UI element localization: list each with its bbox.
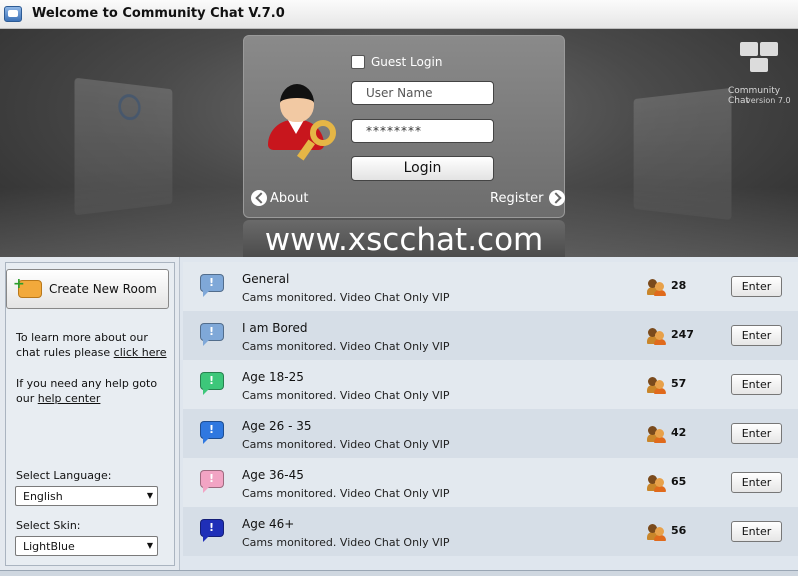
room-description: Cams monitored. Video Chat Only VIP bbox=[242, 536, 450, 549]
logo-block-icon bbox=[750, 58, 768, 72]
room-name: Age 18-25 bbox=[242, 370, 304, 384]
users-icon bbox=[647, 279, 666, 296]
room-description: Cams monitored. Video Chat Only VIP bbox=[242, 438, 450, 451]
room-name: Age 36-45 bbox=[242, 468, 304, 482]
register-link[interactable]: Register bbox=[490, 190, 565, 206]
room-description: Cams monitored. Video Chat Only VIP bbox=[242, 340, 450, 353]
decorative-logo-icon bbox=[118, 93, 141, 121]
enter-room-button[interactable]: Enter bbox=[731, 374, 782, 395]
window-title: Welcome to Community Chat V.7.0 bbox=[32, 6, 285, 21]
room-row: ! I am Bored Cams monitored. Video Chat On… bbox=[183, 311, 798, 360]
skin-select[interactable]: LightBlue bbox=[15, 536, 158, 556]
create-new-room-button[interactable]: + Create New Room bbox=[6, 269, 169, 309]
room-name: General bbox=[242, 272, 290, 286]
chat-bubble-icon: ! bbox=[200, 519, 224, 542]
community-chat-logo-icon bbox=[736, 42, 786, 88]
users-icon bbox=[647, 328, 666, 345]
room-user-count: 56 bbox=[671, 524, 687, 537]
rules-text: To learn more about our chat rules pleas… bbox=[16, 330, 174, 360]
chat-bubble-icon: ! bbox=[200, 470, 224, 493]
chat-bubble-icon: ! bbox=[200, 274, 224, 297]
room-list-panel: ! General Cams monitored. Video Chat Only … bbox=[181, 257, 798, 570]
add-room-icon: + bbox=[13, 277, 43, 300]
create-room-label: Create New Room bbox=[49, 282, 157, 296]
room-row: ! Age 46+ Cams monitored. Video Chat Only … bbox=[183, 507, 798, 556]
chat-bubble-icon: ! bbox=[200, 323, 224, 346]
language-label: Select Language: bbox=[16, 469, 112, 482]
room-row: ! Age 18-25 Cams monitored. Video Chat Onl… bbox=[183, 360, 798, 409]
enter-room-button[interactable]: Enter bbox=[731, 423, 782, 444]
room-description: Cams monitored. Video Chat Only VIP bbox=[242, 389, 450, 402]
status-bar bbox=[0, 570, 798, 576]
room-row: ! Age 36-45 Cams monitored. Video Chat Onl… bbox=[183, 458, 798, 507]
room-user-count: 57 bbox=[671, 377, 687, 390]
guest-login-row[interactable]: Guest Login bbox=[351, 55, 442, 69]
logo-block-icon bbox=[760, 42, 778, 56]
room-name: Age 46+ bbox=[242, 517, 295, 531]
room-name: Age 26 - 35 bbox=[242, 419, 312, 433]
login-panel: Guest Login User Name ******** Login Abo… bbox=[243, 35, 565, 218]
enter-room-button[interactable]: Enter bbox=[731, 521, 782, 542]
users-icon bbox=[647, 426, 666, 443]
room-row: ! General Cams monitored. Video Chat Only … bbox=[183, 262, 798, 311]
room-description: Cams monitored. Video Chat Only VIP bbox=[242, 291, 450, 304]
password-input[interactable]: ******** bbox=[351, 119, 494, 143]
domain-banner: www.xscchat.com bbox=[243, 220, 565, 257]
users-icon bbox=[647, 475, 666, 492]
decorative-screen-right bbox=[633, 87, 732, 221]
enter-room-button[interactable]: Enter bbox=[731, 325, 782, 346]
skin-label: Select Skin: bbox=[16, 519, 81, 532]
room-name: I am Bored bbox=[242, 321, 308, 335]
room-user-count: 65 bbox=[671, 475, 687, 488]
login-banner: Community Chat version 7.0 Guest Login U… bbox=[0, 29, 798, 257]
decorative-screen-left bbox=[74, 77, 173, 216]
about-link[interactable]: About bbox=[251, 190, 308, 206]
rules-link[interactable]: click here bbox=[114, 346, 167, 359]
brand-version: version 7.0 bbox=[746, 96, 791, 105]
language-select[interactable]: English bbox=[15, 486, 158, 506]
about-label: About bbox=[270, 190, 309, 206]
logo-block-icon bbox=[740, 42, 758, 56]
room-description: Cams monitored. Video Chat Only VIP bbox=[242, 487, 450, 500]
chevron-left-icon bbox=[251, 190, 267, 206]
help-text: If you need any help goto our help cente… bbox=[16, 376, 174, 406]
users-icon bbox=[647, 377, 666, 394]
room-list: ! General Cams monitored. Video Chat Only … bbox=[183, 262, 798, 556]
user-key-icon bbox=[266, 80, 336, 161]
sidebar: + Create New Room To learn more about ou… bbox=[0, 257, 180, 570]
domain-text: www.xscchat.com bbox=[264, 222, 544, 257]
room-row: ! Age 26 - 35 Cams monitored. Video Chat O… bbox=[183, 409, 798, 458]
guest-login-label: Guest Login bbox=[371, 55, 443, 69]
title-bar: Welcome to Community Chat V.7.0 bbox=[0, 0, 798, 29]
enter-room-button[interactable]: Enter bbox=[731, 472, 782, 493]
room-user-count: 42 bbox=[671, 426, 687, 439]
register-label: Register bbox=[490, 190, 544, 206]
enter-room-button[interactable]: Enter bbox=[731, 276, 782, 297]
chat-bubble-icon: ! bbox=[200, 421, 224, 444]
help-center-link[interactable]: help center bbox=[38, 392, 101, 405]
room-user-count: 28 bbox=[671, 279, 687, 292]
login-button[interactable]: Login bbox=[351, 156, 494, 181]
chevron-right-icon bbox=[548, 190, 565, 206]
guest-login-checkbox[interactable] bbox=[351, 55, 365, 69]
username-input[interactable]: User Name bbox=[351, 81, 494, 105]
room-user-count: 247 bbox=[671, 328, 694, 341]
chat-bubble-icon: ! bbox=[200, 372, 224, 395]
users-icon bbox=[647, 524, 666, 541]
chat-app-icon bbox=[4, 6, 22, 22]
